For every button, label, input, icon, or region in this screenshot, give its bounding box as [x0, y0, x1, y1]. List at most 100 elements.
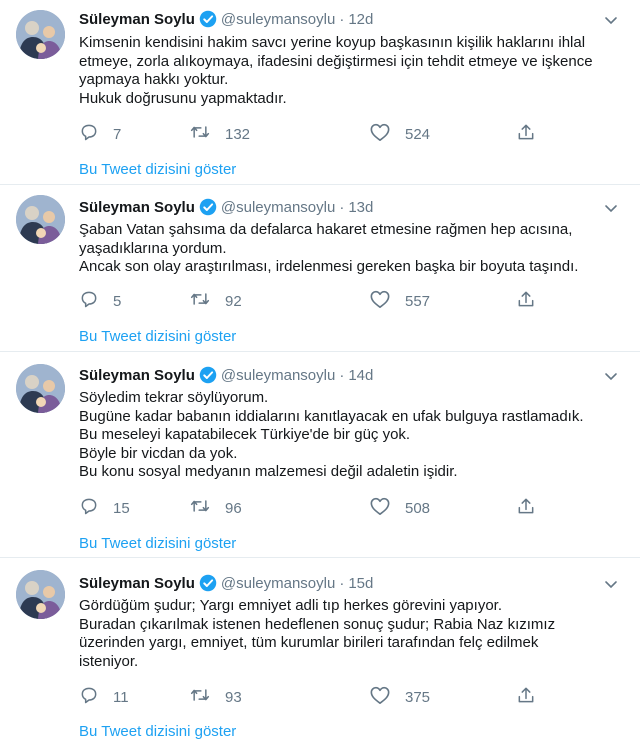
tweet-header: Süleyman Soylu @suleymansoylu · 14d [79, 365, 373, 385]
like-button[interactable]: 524 [369, 122, 430, 146]
retweet-button[interactable]: 93 [189, 685, 242, 709]
tweet-text-line: Bu meseleyi kapatabilecek Türkiye'de bir… [79, 426, 411, 443]
show-thread-link[interactable]: Bu Tweet dizisini göster [79, 535, 236, 552]
share-button[interactable] [516, 685, 550, 709]
share-button[interactable] [516, 122, 550, 146]
tweet[interactable]: Süleyman Soylu @suleymansoylu · 12d Kimsenin… [0, 0, 640, 185]
verified-badge-icon [199, 366, 217, 384]
tweet-header: Süleyman Soylu @suleymansoylu · 13d [79, 197, 373, 217]
tweet-actions: 15 96 508 [79, 496, 559, 520]
like-button[interactable]: 375 [369, 685, 430, 709]
tweet-timestamp[interactable]: 14d [348, 367, 373, 384]
retweet-icon [189, 496, 225, 520]
share-icon [516, 496, 550, 520]
like-count: 375 [405, 688, 431, 706]
avatar[interactable] [16, 10, 65, 59]
heart-icon [369, 685, 405, 709]
chevron-down-icon[interactable] [604, 201, 618, 217]
retweet-icon [189, 685, 225, 709]
author-name[interactable]: Süleyman Soylu [79, 367, 195, 384]
tweet-text-line: üzerinden yargı, emniyet, tüm kurumlar b… [79, 634, 539, 651]
author-name[interactable]: Süleyman Soylu [79, 575, 195, 592]
like-count: 508 [405, 499, 431, 517]
tweet-timestamp[interactable]: 12d [348, 11, 373, 28]
retweet-button[interactable]: 92 [189, 289, 242, 313]
separator-dot: · [339, 574, 345, 592]
tweet-header: Süleyman Soylu @suleymansoylu · 12d [79, 9, 373, 29]
heart-icon [369, 122, 405, 146]
reply-count: 5 [113, 292, 122, 310]
author-handle[interactable]: @suleymansoylu [221, 199, 335, 216]
reply-icon [79, 122, 113, 146]
tweet-text-line: yaşadıklarına yordum. [79, 239, 227, 257]
tweet-feed: Süleyman Soylu @suleymansoylu · 12d Kimsenin… [0, 0, 640, 753]
tweet-timestamp[interactable]: 13d [348, 199, 373, 216]
author-handle[interactable]: @suleymansoylu [221, 11, 335, 28]
chevron-down-icon[interactable] [604, 13, 618, 29]
share-icon [516, 122, 550, 146]
separator-dot: · [339, 366, 345, 384]
tweet[interactable]: Süleyman Soylu @suleymansoylu · 13d Şaban Va… [0, 185, 640, 352]
like-count: 557 [405, 292, 431, 310]
tweet-text-line: yapmaya hakkı yoktur. [79, 71, 229, 88]
tweet-text-line: Gördüğüm şudur; Yargı emniyet adli tıp h… [79, 597, 502, 614]
tweet-text-line: Kimsenin kendisini hakim savcı yerine ko… [79, 34, 586, 51]
show-thread-link[interactable]: Bu Tweet dizisini göster [79, 723, 236, 740]
reply-count: 7 [113, 125, 122, 143]
heart-icon [369, 496, 405, 520]
retweet-button[interactable]: 132 [189, 122, 250, 146]
tweet-text-line: Bu konu sosyal medyanın malzemesi değil … [79, 463, 458, 480]
like-button[interactable]: 508 [369, 496, 430, 520]
tweet-text-line: Ancak son olay araştırılması, irdelenmes… [79, 258, 579, 275]
separator-dot: · [339, 198, 345, 216]
tweet-timestamp[interactable]: 15d [348, 575, 373, 592]
show-thread-link[interactable]: Bu Tweet dizisini göster [79, 328, 236, 345]
tweet-text: Söyledim tekrar söylüyorum. Bugüne kadar … [79, 389, 629, 482]
share-icon [516, 685, 550, 709]
verified-badge-icon [199, 574, 217, 592]
author-name[interactable]: Süleyman Soylu [79, 199, 195, 216]
show-thread-link[interactable]: Bu Tweet dizisini göster [79, 161, 236, 178]
reply-button[interactable]: 7 [79, 122, 121, 146]
tweet[interactable]: Süleyman Soylu @suleymansoylu · 15d Gördüğüm… [0, 558, 640, 753]
like-button[interactable]: 557 [369, 289, 430, 313]
reply-icon [79, 496, 113, 520]
author-handle[interactable]: @suleymansoylu [221, 575, 335, 592]
retweet-button[interactable]: 96 [189, 496, 242, 520]
retweet-count: 92 [225, 292, 242, 310]
tweet-text-line: isteniyor. [79, 652, 139, 670]
retweet-count: 132 [225, 125, 251, 143]
reply-button[interactable]: 5 [79, 289, 121, 313]
retweet-count: 96 [225, 499, 242, 517]
tweet-text-line: Hukuk doğrusunu yapmaktadır. [79, 89, 287, 107]
reply-button[interactable]: 15 [79, 496, 130, 520]
reply-icon [79, 685, 113, 709]
avatar[interactable] [16, 364, 65, 413]
tweet-text-line: Böyle bir vicdan da yok. [79, 444, 238, 462]
share-button[interactable] [516, 289, 550, 313]
reply-count: 15 [113, 499, 130, 517]
reply-button[interactable]: 11 [79, 685, 129, 709]
share-icon [516, 289, 550, 313]
tweet-actions: 7 132 524 [79, 122, 559, 146]
separator-dot: · [339, 10, 345, 28]
tweet-text-line: Bugüne kadar babanın iddialarını kanıtla… [79, 407, 584, 425]
avatar[interactable] [16, 195, 65, 244]
reply-count: 11 [113, 688, 129, 706]
tweet[interactable]: Süleyman Soylu @suleymansoylu · 14d Söyledim… [0, 352, 640, 558]
share-button[interactable] [516, 496, 550, 520]
verified-badge-icon [199, 10, 217, 28]
tweet-text-line: Şaban Vatan şahsıma da defalarca hakaret… [79, 221, 573, 238]
tweet-header: Süleyman Soylu @suleymansoylu · 15d [79, 573, 373, 593]
chevron-down-icon[interactable] [604, 369, 618, 385]
chevron-down-icon[interactable] [604, 577, 618, 593]
tweet-actions: 5 92 557 [79, 289, 559, 313]
author-name[interactable]: Süleyman Soylu [79, 11, 195, 28]
avatar[interactable] [16, 570, 65, 619]
retweet-icon [189, 289, 225, 313]
reply-icon [79, 289, 113, 313]
tweet-text: Kimsenin kendisini hakim savcı yerine ko… [79, 34, 629, 108]
tweet-actions: 11 93 375 [79, 685, 559, 709]
author-handle[interactable]: @suleymansoylu [221, 367, 335, 384]
retweet-icon [189, 122, 225, 146]
